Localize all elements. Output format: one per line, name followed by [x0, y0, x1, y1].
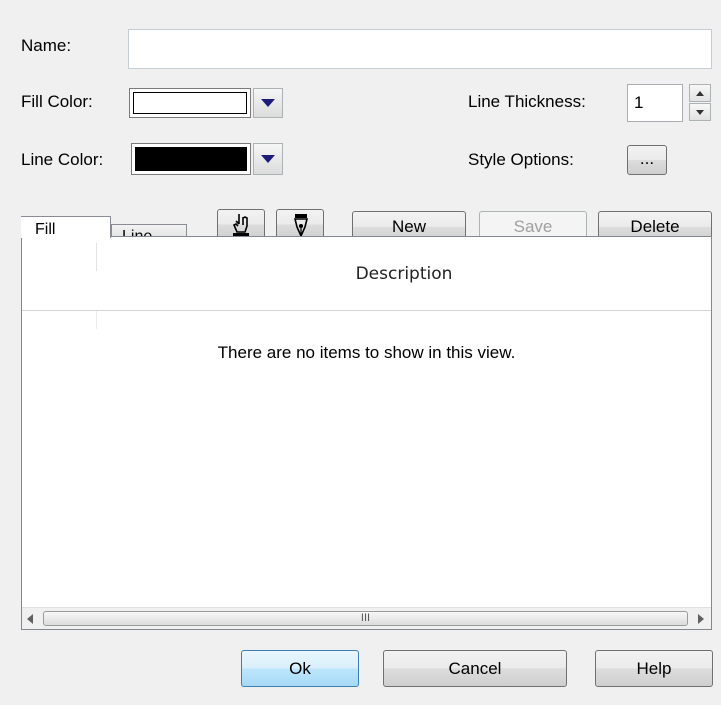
scroll-right-button[interactable] — [694, 613, 706, 625]
scroll-thumb[interactable]: III — [43, 611, 688, 626]
spin-down-button[interactable] — [689, 103, 711, 121]
fill-color-label: Fill Color: — [21, 92, 93, 111]
empty-message: There are no items to show in this view. — [217, 343, 516, 362]
tab-fill[interactable]: Fill — [21, 216, 111, 238]
line-color-swatch — [135, 147, 247, 171]
column-divider-body — [96, 311, 97, 329]
line-thickness-label: Line Thickness: — [468, 92, 586, 111]
column-header-description-label: Description — [355, 264, 453, 284]
name-label: Name: — [21, 36, 72, 55]
tab-fill-label: Fill — [35, 221, 56, 238]
pen-nib-icon — [293, 214, 309, 237]
cancel-button[interactable]: Cancel — [383, 650, 567, 687]
scroll-left-button[interactable] — [25, 613, 37, 625]
spin-up-button[interactable] — [689, 84, 711, 102]
list-header: Description — [22, 237, 711, 329]
column-header-description[interactable]: Description — [97, 237, 711, 311]
line-color-label: Line Color: — [21, 150, 104, 169]
name-input[interactable] — [128, 29, 712, 69]
triangle-right-icon — [698, 614, 704, 624]
style-options-label: Style Options: — [468, 150, 574, 169]
ok-button[interactable]: Ok — [241, 650, 359, 687]
help-button[interactable]: Help — [595, 650, 713, 687]
fill-color-dropdown-button[interactable] — [253, 88, 283, 118]
triangle-down-icon — [696, 110, 704, 115]
items-list-view[interactable]: Description There are no items to show i… — [21, 236, 712, 630]
line-color-picker[interactable] — [131, 143, 251, 175]
scroll-grip: III — [360, 612, 371, 624]
chevron-down-icon — [261, 99, 275, 107]
line-thickness-input[interactable] — [627, 84, 683, 122]
fill-color-swatch — [133, 92, 247, 114]
triangle-left-icon — [27, 614, 33, 624]
horizontal-scrollbar[interactable]: III — [22, 607, 711, 629]
hand-pointer-icon — [232, 214, 249, 236]
chevron-down-icon — [261, 155, 275, 163]
triangle-up-icon — [696, 91, 704, 96]
column-header-selector[interactable] — [22, 237, 96, 311]
fill-color-picker[interactable] — [129, 88, 251, 118]
line-color-dropdown-button[interactable] — [253, 143, 283, 175]
style-options-button[interactable]: ... — [627, 145, 667, 175]
